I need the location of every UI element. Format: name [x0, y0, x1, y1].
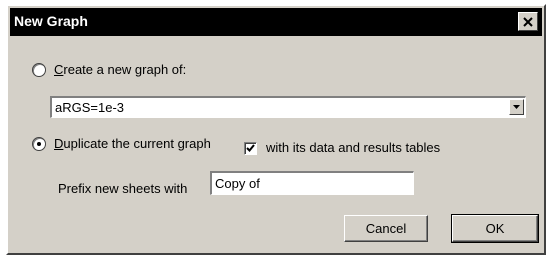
radio-selected-dot	[37, 141, 41, 146]
graph-select[interactable]: aRGS=1e-3	[50, 96, 526, 118]
duplicate-graph-radio[interactable]	[32, 136, 46, 151]
graph-select-value: aRGS=1e-3	[55, 100, 125, 115]
prefix-input[interactable]	[210, 171, 414, 195]
cancel-button[interactable]: Cancel	[344, 215, 428, 242]
create-new-graph-label[interactable]: Create a new graph of:	[54, 62, 186, 77]
with-tables-label[interactable]: with its data and results tables	[266, 140, 440, 155]
checkmark-icon	[246, 144, 255, 152]
dialog-title: New Graph	[14, 13, 88, 29]
chevron-down-icon	[513, 105, 520, 109]
with-tables-checkbox[interactable]	[244, 142, 257, 155]
title-bar[interactable]: New Graph	[10, 8, 542, 36]
duplicate-graph-option[interactable]: Duplicate the current graph	[32, 136, 211, 151]
create-new-graph-radio[interactable]	[32, 62, 46, 77]
create-new-graph-option[interactable]: Create a new graph of:	[32, 62, 186, 77]
close-button[interactable]	[518, 12, 538, 31]
duplicate-graph-label[interactable]: Duplicate the current graph	[54, 136, 211, 151]
ok-button[interactable]: OK	[451, 214, 539, 243]
new-graph-dialog: New Graph Create a new graph of: aRGS=1e…	[6, 4, 546, 255]
prefix-label: Prefix new sheets with	[58, 181, 188, 196]
close-icon	[523, 16, 533, 27]
dropdown-button[interactable]	[509, 99, 524, 115]
